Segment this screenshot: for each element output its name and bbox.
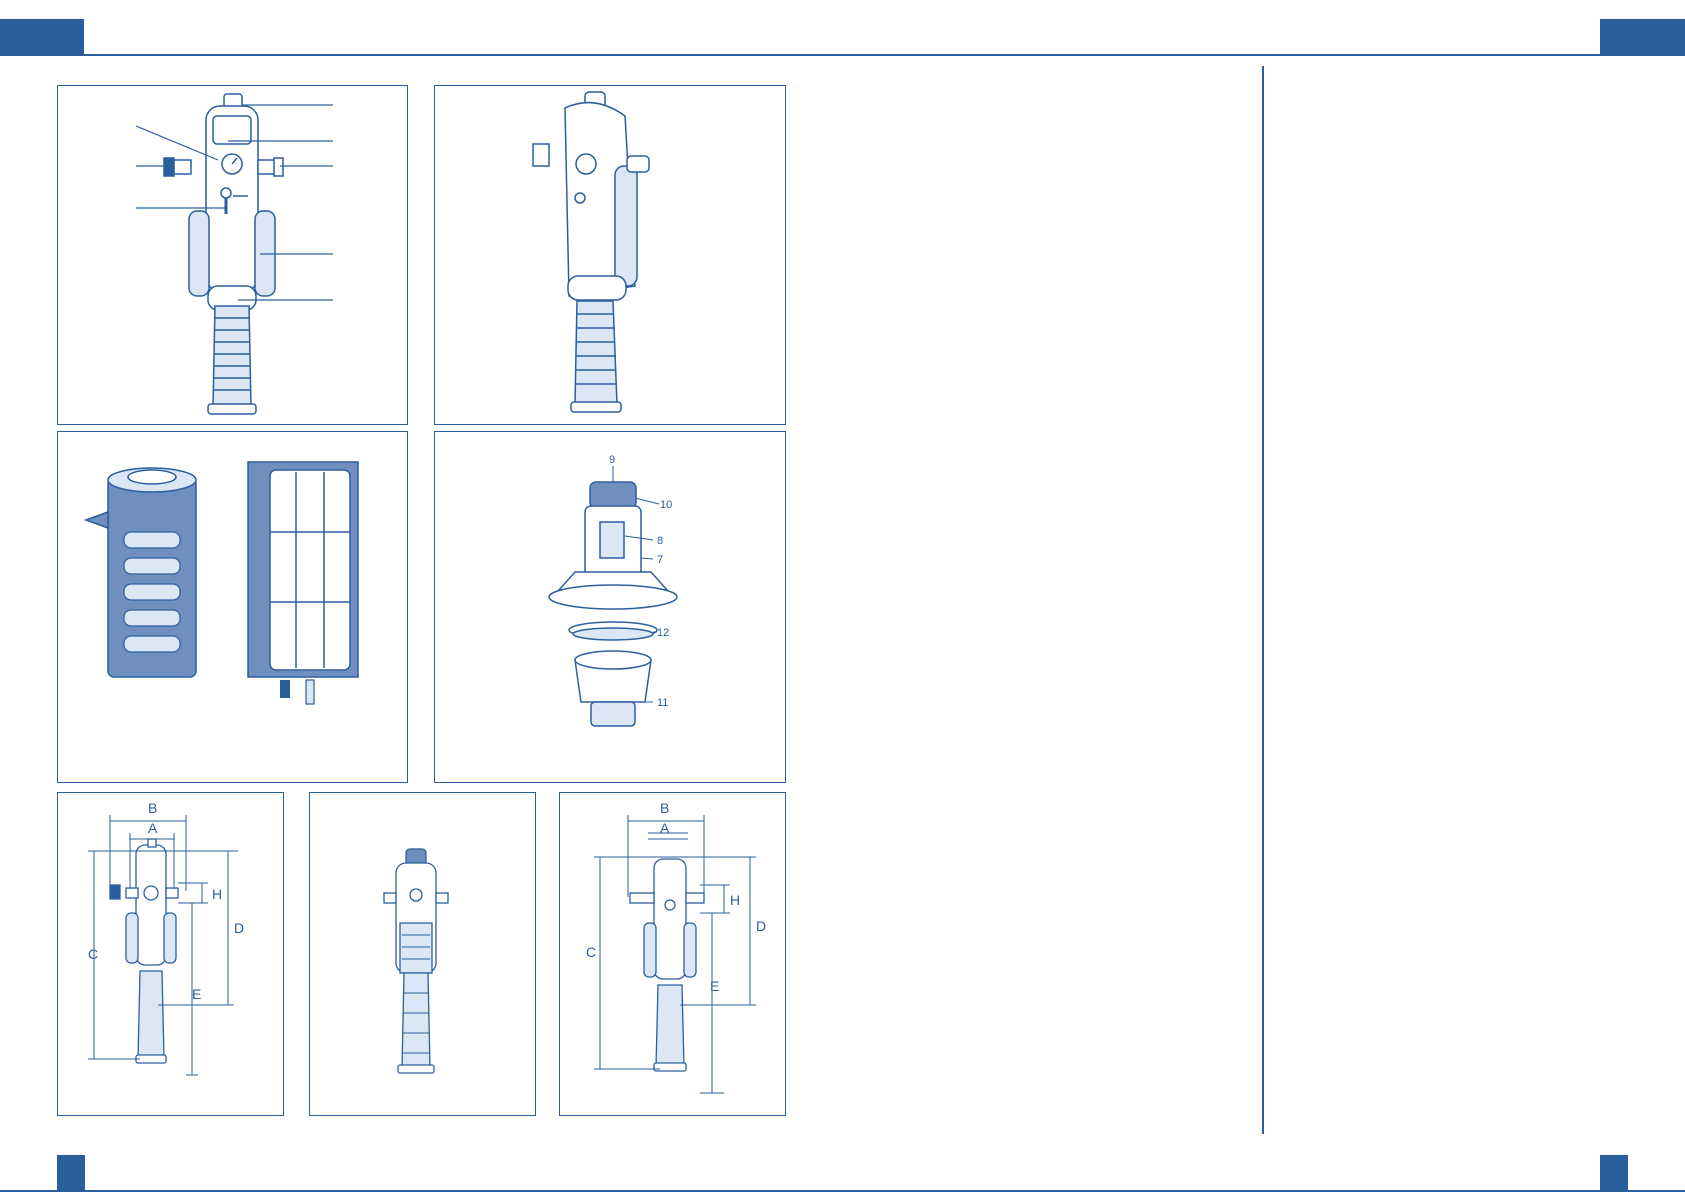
- dimensions-right-diagram: B A H D C E: [586, 800, 766, 1094]
- footer-tab-right: [1600, 1155, 1628, 1192]
- header-rule: [0, 54, 1685, 56]
- panel-front-view: [57, 85, 408, 425]
- callout-10: 10: [660, 499, 672, 511]
- filter-bowl: [212, 305, 252, 407]
- dimensions-left-diagram: B A H D C E: [88, 800, 244, 1076]
- dim-label-d: D: [234, 920, 244, 936]
- exploded-view-diagram: 9 10 8 7 12 11: [548, 454, 678, 727]
- dim-label-h: H: [730, 892, 740, 908]
- panel-rear-view: [309, 792, 536, 1116]
- filter-front-diagram: [135, 93, 333, 415]
- callout-12: 12: [657, 627, 669, 639]
- cartridge-cutaway: [247, 461, 359, 678]
- callout-7: 7: [657, 554, 663, 566]
- dim-label-e: E: [710, 978, 719, 994]
- panel-dimensions-right: B A H D C E: [559, 792, 786, 1116]
- dim-label-c: C: [88, 946, 98, 962]
- dim-label-b: B: [148, 800, 157, 816]
- dim-label-e: E: [192, 986, 201, 1002]
- filter-angled-diagram: [532, 91, 650, 413]
- callout-9: 9: [609, 454, 615, 466]
- rear-view-diagram: [383, 848, 449, 1074]
- header-tab-left: [0, 19, 84, 55]
- callout-8: 8: [657, 535, 663, 547]
- header-tab-right: [1600, 19, 1685, 55]
- panel-angled-view: [434, 85, 786, 425]
- panel-exploded-view: 9 10 8 7 12 11: [434, 431, 786, 783]
- callout-11: 11: [657, 697, 668, 709]
- dim-label-c: C: [586, 944, 596, 960]
- dim-label-b: B: [660, 800, 669, 816]
- dim-label-d: D: [756, 918, 766, 934]
- footer-tab-left: [57, 1155, 85, 1192]
- dim-label-a: A: [148, 820, 158, 836]
- column-divider: [1262, 66, 1264, 1134]
- filter-cartridges-diagram: [83, 461, 359, 705]
- dim-label-a: A: [660, 820, 670, 836]
- panel-dimensions-left: B A H D C E: [57, 792, 284, 1116]
- panel-filter-cartridges: [57, 431, 408, 783]
- dim-label-h: H: [212, 886, 222, 902]
